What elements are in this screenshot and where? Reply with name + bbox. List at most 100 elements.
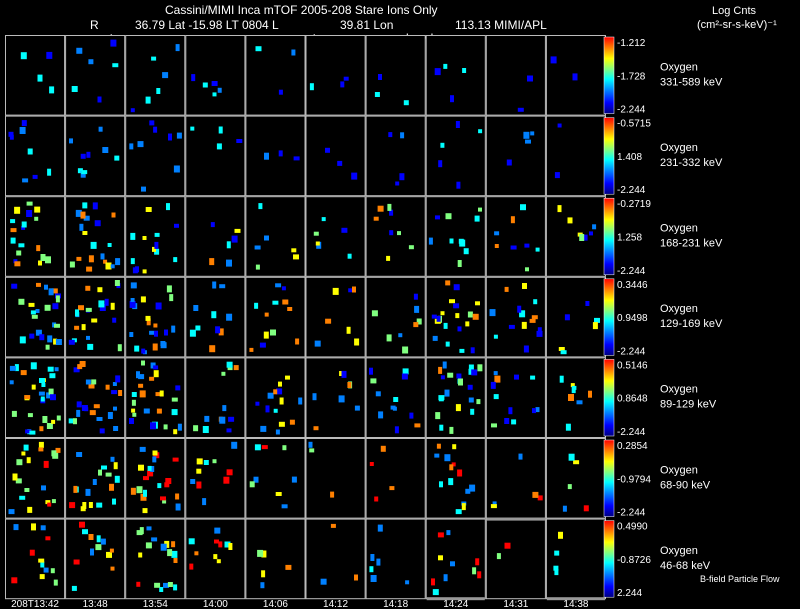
x-tick-label: 14:38: [563, 599, 588, 609]
flux-pixel: [568, 394, 574, 401]
flux-pixel: [369, 367, 373, 375]
flux-pixel: [374, 496, 379, 502]
flux-pixel: [85, 379, 91, 385]
flux-pixel: [402, 346, 409, 354]
flux-pixel: [436, 443, 441, 449]
flux-pixel: [26, 210, 33, 217]
flux-pixel: [457, 260, 462, 267]
flux-pixel: [86, 335, 90, 340]
flux-pixel: [457, 326, 462, 332]
flux-pixel: [337, 160, 343, 166]
x-tick-label: 13:54: [143, 599, 168, 609]
flux-pixel: [171, 325, 176, 333]
energy-label: 68-90 keV: [660, 479, 711, 491]
flux-pixel: [259, 342, 266, 348]
flux-pixel: [112, 317, 117, 323]
flux-pixel: [118, 390, 123, 396]
panel-r1-c9: [545, 115, 607, 197]
flux-pixel: [40, 525, 46, 531]
flux-pixel: [373, 216, 379, 221]
flux-pixel: [173, 165, 180, 173]
flux-pixel: [583, 505, 589, 512]
flux-pixel: [465, 488, 471, 494]
flux-pixel: [463, 248, 469, 255]
panel-r2-c4: [245, 196, 306, 277]
flux-pixel: [557, 123, 562, 128]
flux-pixel: [27, 148, 33, 155]
flux-pixel: [111, 212, 116, 218]
cbar-bottom-label: -2.244: [617, 185, 646, 196]
flux-pixel: [438, 555, 443, 561]
flux-pixel: [97, 96, 102, 103]
flux-pixel: [149, 376, 155, 381]
flux-pixel: [202, 82, 208, 88]
flux-pixel: [88, 534, 94, 540]
flux-pixel: [26, 457, 31, 464]
flux-pixel: [115, 375, 121, 383]
flux-pixel: [377, 205, 384, 212]
flux-pixel: [530, 131, 535, 136]
flux-pixel: [175, 385, 181, 391]
flux-pixel: [254, 245, 261, 250]
flux-pixel: [517, 107, 524, 112]
flux-pixel: [478, 129, 483, 134]
flux-pixel: [478, 207, 482, 212]
panel-r5-c3: [185, 438, 246, 519]
panel-r2-c8: [485, 196, 546, 277]
flux-pixel: [401, 373, 408, 380]
flux-pixel: [49, 373, 56, 379]
flux-pixel: [76, 452, 83, 457]
panel-r5-c7: [425, 438, 486, 519]
flux-pixel: [138, 464, 144, 471]
flux-pixel: [494, 231, 500, 236]
flux-pixel: [264, 152, 269, 160]
flux-pixel: [18, 298, 25, 305]
flux-pixel: [54, 367, 59, 372]
flux-pixel: [211, 81, 218, 86]
flux-pixel: [489, 309, 496, 317]
flux-pixel: [522, 283, 527, 289]
flux-pixel: [439, 481, 443, 488]
flux-pixel: [216, 559, 221, 564]
flux-pixel: [309, 448, 315, 453]
flux-pixel: [18, 243, 25, 248]
flux-pixel: [315, 241, 320, 246]
flux-pixel: [518, 453, 523, 460]
flux-pixel: [530, 375, 536, 380]
flux-pixel: [351, 172, 358, 180]
flux-pixel: [24, 488, 30, 492]
flux-pixel: [226, 361, 233, 368]
flux-pixel: [45, 256, 51, 264]
energy-label: 46-68 keV: [660, 560, 711, 572]
flux-pixel: [190, 126, 195, 131]
flux-pixel: [559, 375, 564, 383]
flux-pixel: [436, 315, 441, 322]
flux-pixel: [278, 150, 283, 157]
flux-pixel: [107, 412, 113, 419]
panel-r1-c7: [425, 115, 486, 197]
flux-pixel: [320, 578, 327, 585]
flux-pixel: [369, 566, 374, 573]
flux-pixel: [212, 92, 217, 97]
flux-pixel: [138, 383, 144, 388]
flux-pixel: [264, 312, 269, 317]
flux-pixel: [414, 423, 421, 428]
flux-pixel: [69, 261, 75, 268]
flux-pixel: [203, 460, 209, 465]
flux-pixel: [149, 330, 155, 335]
panel-r3-c1: [65, 276, 126, 358]
cbar-top-label: -1.212: [617, 38, 646, 49]
flux-pixel: [293, 156, 300, 161]
x-tick-label: 14:00: [203, 599, 228, 609]
flux-pixel: [50, 568, 55, 574]
flux-pixel: [435, 412, 441, 420]
flux-pixel: [214, 527, 221, 534]
flux-pixel: [589, 231, 593, 236]
panel-r1-c8: [485, 115, 546, 197]
flux-pixel: [233, 365, 239, 371]
flux-pixel: [142, 508, 148, 514]
colorbar-r6: [603, 520, 615, 598]
flux-pixel: [445, 213, 452, 220]
flux-pixel: [129, 143, 134, 150]
flux-pixel: [450, 95, 454, 103]
